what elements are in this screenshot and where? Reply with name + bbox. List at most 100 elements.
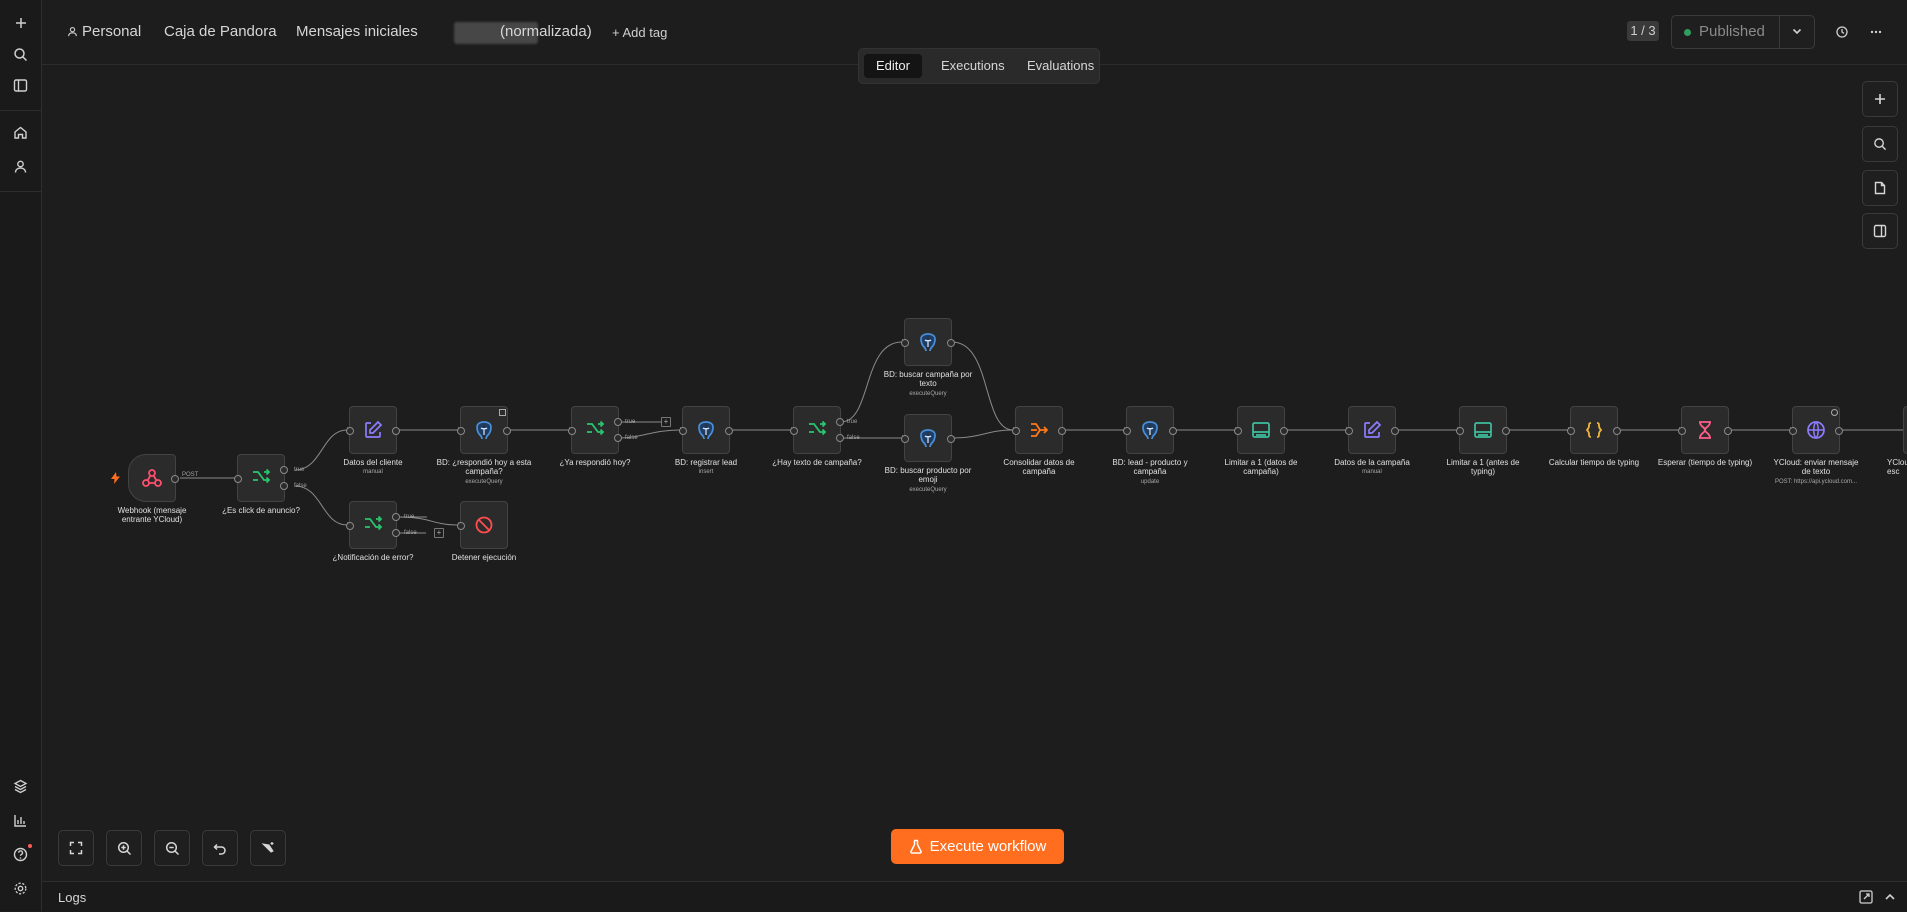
node-ycloud-next[interactable] <box>1903 406 1907 454</box>
globe-icon <box>1807 421 1825 439</box>
node-label: Calcular tiempo de typing <box>1548 458 1640 467</box>
node-notificacion[interactable] <box>346 501 400 549</box>
node-webhook[interactable] <box>128 454 179 502</box>
execute-workflow-button[interactable]: Execute workflow <box>891 829 1064 864</box>
node-settings-indicator <box>499 409 506 416</box>
sidebar-divider <box>0 110 41 111</box>
edge-label-true: true <box>625 419 636 425</box>
search-icon[interactable] <box>8 42 33 67</box>
node-label: ¿Hay texto de campaña? <box>772 458 862 467</box>
home-icon[interactable] <box>8 120 33 145</box>
node-sublabel: POST: https://api.ycloud.com... <box>1774 479 1858 485</box>
zoom-out-button[interactable] <box>154 830 190 866</box>
if-icon <box>253 468 271 484</box>
merge-icon <box>1031 423 1049 437</box>
node-label: ¿Ya respondió hoy? <box>559 458 631 467</box>
sticky-note-button[interactable] <box>1862 170 1898 206</box>
add-tag-button[interactable]: + Add tag <box>612 25 667 40</box>
hourglass-icon <box>1699 421 1711 439</box>
left-sidebar <box>0 0 42 911</box>
toggle-sidebar-icon[interactable] <box>8 73 33 98</box>
node-calcular[interactable] <box>1567 406 1621 454</box>
node-datos-campana[interactable] <box>1345 406 1399 454</box>
magic-wand-icon <box>261 842 274 853</box>
insights-icon[interactable] <box>8 808 33 833</box>
edge-label: POST <box>182 472 199 478</box>
node-consolidar[interactable] <box>1012 406 1066 454</box>
chevron-up-icon[interactable] <box>1882 889 1898 905</box>
node-label: Webhook (mensaje entrante YCloud) <box>117 506 187 524</box>
edit-icon <box>1364 420 1382 438</box>
settings-icon[interactable] <box>8 876 33 901</box>
user-icon[interactable] <box>8 154 33 179</box>
if-icon <box>365 515 383 531</box>
open-external-icon[interactable] <box>1858 889 1874 905</box>
tidy-up-button[interactable] <box>250 830 286 866</box>
node-bd-buscar-campana[interactable] <box>901 318 955 366</box>
postgres-icon <box>1142 421 1158 440</box>
node-bd-registrar[interactable] <box>679 406 733 454</box>
history-icon[interactable] <box>1831 21 1853 43</box>
version-counter: 1 / 3 <box>1627 21 1659 41</box>
note-icon <box>1874 181 1886 195</box>
workflow-name-end[interactable]: (normalizada) <box>500 23 592 40</box>
add-node-button[interactable]: + <box>661 417 671 427</box>
publish-dropdown[interactable]: Published <box>1671 15 1815 49</box>
stop-icon <box>475 516 493 534</box>
templates-icon[interactable] <box>8 774 33 799</box>
node-es-click[interactable] <box>234 454 288 502</box>
limit-icon <box>1474 422 1492 438</box>
webhook-icon <box>142 469 162 487</box>
if-icon <box>809 420 827 436</box>
node-sublabel: executeQuery <box>909 391 947 397</box>
zoom-in-button[interactable] <box>106 830 142 866</box>
breadcrumb-project-label: Personal <box>82 23 142 40</box>
node-bd-buscar-producto[interactable] <box>901 414 955 462</box>
breadcrumb-project[interactable]: Personal <box>67 23 141 40</box>
flask-icon <box>909 839 922 854</box>
node-label: Datos de la campaña <box>1334 458 1410 467</box>
more-icon[interactable] <box>1865 21 1887 43</box>
node-label: ¿Es click de anuncio? <box>222 506 300 515</box>
toggle-panel-button[interactable] <box>1862 213 1898 249</box>
add-node-button[interactable]: + <box>434 528 444 538</box>
breadcrumb-folder[interactable]: Caja de Pandora <box>164 23 277 40</box>
node-hay-texto[interactable] <box>790 406 844 454</box>
node-esperar[interactable] <box>1678 406 1732 454</box>
node-limitar-1[interactable] <box>1234 406 1288 454</box>
postgres-icon <box>920 429 936 448</box>
logs-label: Logs <box>58 890 87 905</box>
node-label: BD: registrar lead <box>674 458 738 467</box>
node-settings-indicator <box>1831 409 1838 416</box>
node-label: BD: buscar producto por emoji <box>884 466 972 484</box>
workflow-name-start[interactable]: Mensajes iniciales <box>296 23 418 40</box>
plus-icon <box>1875 94 1885 104</box>
add-node-button[interactable] <box>1862 81 1898 117</box>
chevron-down-icon[interactable] <box>1790 24 1804 38</box>
node-detener[interactable] <box>457 501 508 549</box>
node-bd-lead[interactable] <box>1123 406 1177 454</box>
edge-label-false: false <box>294 483 307 489</box>
search-icon <box>1874 138 1887 151</box>
undo-button[interactable] <box>202 830 238 866</box>
if-icon <box>587 420 605 436</box>
logs-panel[interactable]: Logs <box>42 881 1907 912</box>
workflow-canvas[interactable]: POST Webhook (mensaje entrante YCloud) t… <box>42 65 1907 880</box>
node-datos-cliente[interactable] <box>346 406 400 454</box>
postgres-icon <box>698 421 714 440</box>
fit-view-button[interactable] <box>58 830 94 866</box>
code-icon <box>1585 422 1603 438</box>
sidebar-divider <box>0 191 41 192</box>
add-icon[interactable] <box>8 10 33 35</box>
node-ya-respondio[interactable] <box>568 406 622 454</box>
user-icon <box>68 27 77 37</box>
search-nodes-button[interactable] <box>1862 126 1898 162</box>
edge-label-true: true <box>847 419 858 425</box>
fullscreen-icon <box>69 841 83 855</box>
node-label: ¿Notificación de error? <box>332 553 414 562</box>
node-sublabel: executeQuery <box>909 487 947 493</box>
postgres-icon <box>476 421 492 440</box>
node-sublabel: update <box>1140 479 1160 485</box>
node-limitar-2[interactable] <box>1456 406 1510 454</box>
notification-dot <box>28 844 32 848</box>
